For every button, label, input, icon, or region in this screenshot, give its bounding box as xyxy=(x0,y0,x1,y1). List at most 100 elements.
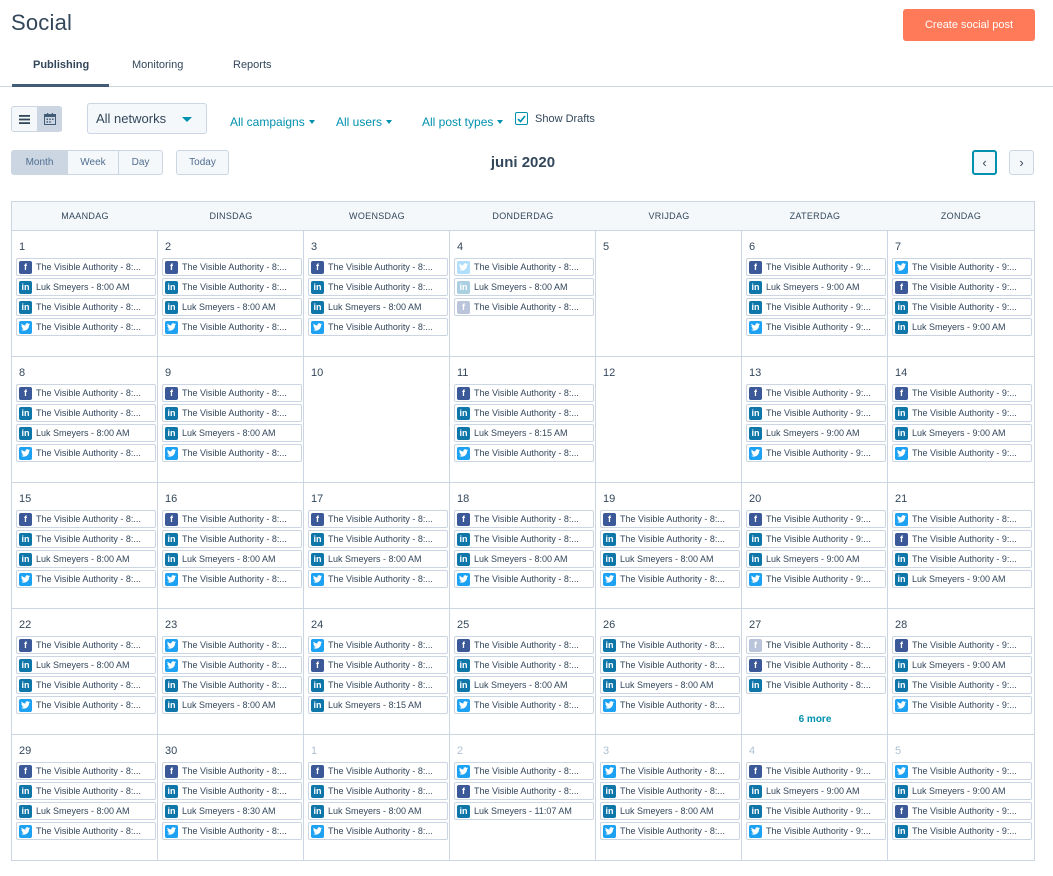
scheduled-post[interactable]: f The Visible Authority - 9:... xyxy=(892,802,1032,820)
scheduled-post[interactable]: in Luk Smeyers - 8:15 AM xyxy=(308,696,448,714)
scheduled-post[interactable]: The Visible Authority - 9:... xyxy=(746,570,886,588)
scheduled-post[interactable]: in The Visible Authority - 9:... xyxy=(892,676,1032,694)
scheduled-post[interactable]: in Luk Smeyers - 8:00 AM xyxy=(162,298,302,316)
calendar-day-cell[interactable]: 3 The Visible Authority - 8:... in The Visi… xyxy=(596,735,742,861)
scheduled-post[interactable]: The Visible Authority - 9:... xyxy=(746,822,886,840)
scheduled-post[interactable]: The Visible Authority - 8:... xyxy=(308,636,448,654)
scheduled-post[interactable]: The Visible Authority - 8:... xyxy=(454,444,594,462)
scheduled-post[interactable]: The Visible Authority - 9:... xyxy=(746,318,886,336)
week-view-button[interactable]: Week xyxy=(68,151,119,174)
calendar-day-cell[interactable]: 14 f The Visible Authority - 9:... in The Vi… xyxy=(888,357,1034,482)
calendar-day-cell[interactable]: 15 f The Visible Authority - 8:... in The Vi… xyxy=(12,483,158,608)
scheduled-post[interactable]: in The Visible Authority - 8:... xyxy=(454,656,594,674)
scheduled-post[interactable]: in Luk Smeyers - 9:00 AM xyxy=(746,424,886,442)
scheduled-post[interactable]: The Visible Authority - 8:... xyxy=(454,570,594,588)
scheduled-post[interactable]: in The Visible Authority - 8:... xyxy=(16,530,156,548)
calendar-day-cell[interactable]: 3 f The Visible Authority - 8:... in The Vis… xyxy=(304,231,450,356)
scheduled-post[interactable]: in Luk Smeyers - 9:00 AM xyxy=(892,782,1032,800)
network-select[interactable]: All networks xyxy=(87,103,207,134)
scheduled-post[interactable]: f The Visible Authority - 8:... xyxy=(16,762,156,780)
calendar-day-cell[interactable]: 26 in The Visible Authority - 8:... in The V… xyxy=(596,609,742,734)
previous-month-button[interactable]: ‹ xyxy=(972,150,997,175)
scheduled-post[interactable]: in Luk Smeyers - 8:00 AM xyxy=(16,802,156,820)
scheduled-post[interactable]: in Luk Smeyers - 8:30 AM xyxy=(162,802,302,820)
day-view-button[interactable]: Day xyxy=(119,151,162,174)
calendar-day-cell[interactable]: 4 f The Visible Authority - 9:... in Luk Sme… xyxy=(742,735,888,861)
scheduled-post[interactable]: The Visible Authority - 8:... xyxy=(162,318,302,336)
scheduled-post[interactable]: in The Visible Authority - 8:... xyxy=(162,278,302,296)
scheduled-post[interactable]: f The Visible Authority - 8:... xyxy=(16,510,156,528)
scheduled-post[interactable]: in Luk Smeyers - 8:00 AM xyxy=(162,550,302,568)
calendar-day-cell[interactable]: 5 The Visible Authority - 9:... in Luk Smey… xyxy=(888,735,1034,861)
calendar-day-cell[interactable]: 16 f The Visible Authority - 8:... in The Vi… xyxy=(158,483,304,608)
scheduled-post[interactable]: The Visible Authority - 8:... xyxy=(16,318,156,336)
calendar-day-cell[interactable]: 7 The Visible Authority - 9:... f The Visib… xyxy=(888,231,1034,356)
scheduled-post[interactable]: in The Visible Authority - 8:... xyxy=(162,676,302,694)
list-view-button[interactable] xyxy=(12,107,37,131)
scheduled-post[interactable]: The Visible Authority - 8:... xyxy=(16,570,156,588)
scheduled-post[interactable]: in The Visible Authority - 9:... xyxy=(746,404,886,422)
scheduled-post[interactable]: in The Visible Authority - 9:... xyxy=(746,802,886,820)
calendar-day-cell[interactable]: 13 f The Visible Authority - 9:... in The Vi… xyxy=(742,357,888,482)
tab-monitoring[interactable]: Monitoring xyxy=(132,59,183,71)
scheduled-post[interactable]: f The Visible Authority - 8:... xyxy=(746,656,886,674)
calendar-day-cell[interactable]: 18 f The Visible Authority - 8:... in The Vi… xyxy=(450,483,596,608)
scheduled-post[interactable]: in The Visible Authority - 8:... xyxy=(308,782,448,800)
scheduled-post[interactable]: The Visible Authority - 8:... xyxy=(600,570,740,588)
scheduled-post[interactable]: f The Visible Authority - 8:... xyxy=(600,510,740,528)
calendar-day-cell[interactable]: 2 The Visible Authority - 8:... f The Visib… xyxy=(450,735,596,861)
calendar-day-cell[interactable]: 11 f The Visible Authority - 8:... in The Vi… xyxy=(450,357,596,482)
calendar-day-cell[interactable]: 22 f The Visible Authority - 8:... in Luk Sm… xyxy=(12,609,158,734)
scheduled-post[interactable]: in Luk Smeyers - 9:00 AM xyxy=(892,570,1032,588)
scheduled-post[interactable]: The Visible Authority - 8:... xyxy=(308,570,448,588)
scheduled-post[interactable]: The Visible Authority - 8:... xyxy=(600,762,740,780)
today-button[interactable]: Today xyxy=(176,150,229,175)
campaigns-filter[interactable]: All campaigns xyxy=(230,115,315,129)
scheduled-post[interactable]: f The Visible Authority - 8:... xyxy=(16,258,156,276)
scheduled-post[interactable]: The Visible Authority - 8:... xyxy=(600,822,740,840)
scheduled-post[interactable]: in The Visible Authority - 8:... xyxy=(600,636,740,654)
scheduled-post[interactable]: in The Visible Authority - 8:... xyxy=(162,782,302,800)
scheduled-post[interactable]: in Luk Smeyers - 8:00 AM xyxy=(600,550,740,568)
scheduled-post[interactable]: in The Visible Authority - 8:... xyxy=(16,676,156,694)
scheduled-post[interactable]: in The Visible Authority - 8:... xyxy=(308,676,448,694)
calendar-day-cell[interactable]: 25 f The Visible Authority - 8:... in The Vi… xyxy=(450,609,596,734)
scheduled-post[interactable]: in The Visible Authority - 9:... xyxy=(746,298,886,316)
calendar-day-cell[interactable]: 17 f The Visible Authority - 8:... in The Vi… xyxy=(304,483,450,608)
scheduled-post[interactable]: f The Visible Authority - 9:... xyxy=(746,258,886,276)
scheduled-post[interactable]: f The Visible Authority - 8:... xyxy=(454,782,594,800)
scheduled-post[interactable]: f The Visible Authority - 8:... xyxy=(308,656,448,674)
scheduled-post[interactable]: in Luk Smeyers - 9:00 AM xyxy=(746,550,886,568)
scheduled-post[interactable]: The Visible Authority - 8:... xyxy=(600,696,740,714)
scheduled-post[interactable]: f The Visible Authority - 9:... xyxy=(892,636,1032,654)
calendar-day-cell[interactable]: 30 f The Visible Authority - 8:... in The Vi… xyxy=(158,735,304,861)
scheduled-post[interactable]: in The Visible Authority - 8:... xyxy=(600,656,740,674)
scheduled-post[interactable]: in Luk Smeyers - 8:00 AM xyxy=(308,298,448,316)
more-posts-link[interactable]: 6 more xyxy=(742,714,888,725)
scheduled-post[interactable]: The Visible Authority - 8:... xyxy=(162,656,302,674)
tab-reports[interactable]: Reports xyxy=(233,59,272,71)
scheduled-post[interactable]: in Luk Smeyers - 8:00 AM xyxy=(454,550,594,568)
scheduled-post[interactable]: f The Visible Authority - 8:... xyxy=(16,636,156,654)
scheduled-post[interactable]: f The Visible Authority - 8:... xyxy=(162,384,302,402)
month-view-button[interactable]: Month xyxy=(12,151,68,174)
scheduled-post[interactable]: in The Visible Authority - 9:... xyxy=(892,822,1032,840)
scheduled-post[interactable]: f The Visible Authority - 8:... xyxy=(162,510,302,528)
calendar-day-cell[interactable]: 24 The Visible Authority - 8:... f The Visi… xyxy=(304,609,450,734)
scheduled-post[interactable]: in Luk Smeyers - 8:00 AM xyxy=(162,424,302,442)
scheduled-post[interactable]: f The Visible Authority - 9:... xyxy=(746,384,886,402)
scheduled-post[interactable]: f The Visible Authority - 9:... xyxy=(746,762,886,780)
scheduled-post[interactable]: in The Visible Authority - 9:... xyxy=(892,298,1032,316)
scheduled-post[interactable]: The Visible Authority - 9:... xyxy=(746,444,886,462)
scheduled-post[interactable]: The Visible Authority - 8:... xyxy=(308,822,448,840)
scheduled-post[interactable]: in The Visible Authority - 8:... xyxy=(308,278,448,296)
scheduled-post[interactable]: f The Visible Authority - 8:... xyxy=(454,510,594,528)
scheduled-post[interactable]: in Luk Smeyers - 9:00 AM xyxy=(892,656,1032,674)
calendar-day-cell[interactable]: 27 f The Visible Authority - 8:... f The Vis… xyxy=(742,609,888,734)
scheduled-post[interactable]: in Luk Smeyers - 8:00 AM xyxy=(162,696,302,714)
scheduled-post[interactable]: in Luk Smeyers - 9:00 AM xyxy=(746,278,886,296)
scheduled-post[interactable]: in Luk Smeyers - 8:00 AM xyxy=(16,550,156,568)
scheduled-post[interactable]: The Visible Authority - 8:... xyxy=(454,762,594,780)
calendar-day-cell[interactable]: 8 f The Visible Authority - 8:... in The Vis… xyxy=(12,357,158,482)
scheduled-post[interactable]: f The Visible Authority - 9:... xyxy=(892,278,1032,296)
